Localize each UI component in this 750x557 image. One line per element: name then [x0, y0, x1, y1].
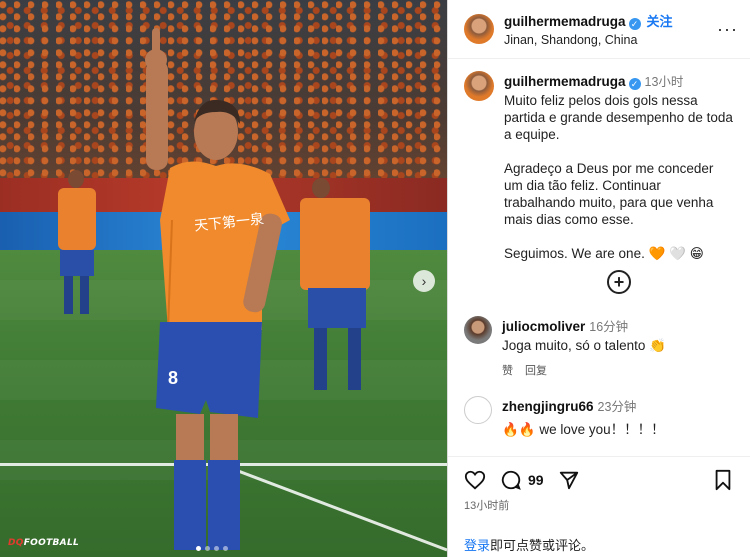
caption-avatar[interactable] [464, 71, 494, 101]
share-icon[interactable] [558, 469, 580, 491]
verified-icon: ✓ [628, 18, 641, 30]
post-footer: 99 13小时前 登录即可点赞或评论。 [448, 456, 750, 557]
comment-text: 🔥🔥 we love you！！！！ [502, 422, 665, 437]
like-comment-button[interactable]: 赞 [502, 362, 513, 378]
caption-text: Muito feliz pelos dois gols nessa partid… [504, 93, 733, 261]
comment-username[interactable]: juliocmoliver [502, 319, 585, 334]
caption-row: guilhermemadruga ✓ 13小时 Muito feliz pelos … [464, 71, 734, 262]
verified-icon: ✓ [628, 78, 641, 90]
comment-icon[interactable] [500, 469, 522, 491]
post-timestamp: 13小时前 [464, 500, 510, 512]
watermark: DQFOOTBALL [8, 538, 80, 548]
comment-username[interactable]: zhengjingru66 [502, 399, 594, 414]
carousel-dots [196, 546, 228, 551]
post-header: guilhermemadruga ✓ 关注 Jinan, Shandong, Chi… [448, 0, 750, 59]
post-panel: guilhermemadruga ✓ 关注 Jinan, Shandong, Chi… [447, 0, 750, 557]
add-icon[interactable]: + [607, 270, 631, 294]
comment-count: 99 [528, 472, 544, 488]
login-text: 即可点赞或评论。 [490, 538, 595, 553]
follow-button[interactable]: 关注 [647, 14, 673, 29]
next-arrow-icon[interactable]: › [413, 270, 435, 292]
avatar[interactable] [464, 14, 494, 44]
post-image[interactable]: 8 天下第一泉 › DQFOOTBALL [0, 0, 447, 557]
comment-avatar[interactable] [464, 396, 492, 424]
bookmark-icon[interactable] [712, 469, 734, 491]
reply-button[interactable]: 回复 [525, 362, 547, 378]
comment-item: zhengjingru66 23分钟 🔥🔥 we love you！！！！ [464, 396, 734, 438]
caption-time: 13小时 [644, 75, 684, 89]
comment-item: juliocmoliver 16分钟 Joga muito, só o talen… [464, 316, 734, 378]
caption-username[interactable]: guilhermemadruga [504, 74, 626, 89]
comments-area: guilhermemadruga ✓ 13小时 Muito feliz pelos … [448, 59, 750, 438]
jersey-number: 8 [168, 368, 179, 388]
header-username[interactable]: guilhermemadruga [504, 14, 626, 29]
login-prompt: 登录即可点赞或评论。 [448, 513, 750, 554]
comment-time: 16分钟 [589, 320, 629, 334]
comment-avatar[interactable] [464, 316, 492, 344]
main-player [145, 28, 290, 550]
comment-time: 23分钟 [597, 400, 637, 414]
add-icon-wrap: + [504, 270, 734, 294]
comment-text: Joga muito, só o talento 👏 [502, 338, 666, 353]
location[interactable]: Jinan, Shandong, China [504, 33, 673, 47]
login-link[interactable]: 登录 [464, 538, 490, 553]
more-icon[interactable]: ··· [717, 19, 738, 40]
heart-icon[interactable] [464, 469, 486, 491]
